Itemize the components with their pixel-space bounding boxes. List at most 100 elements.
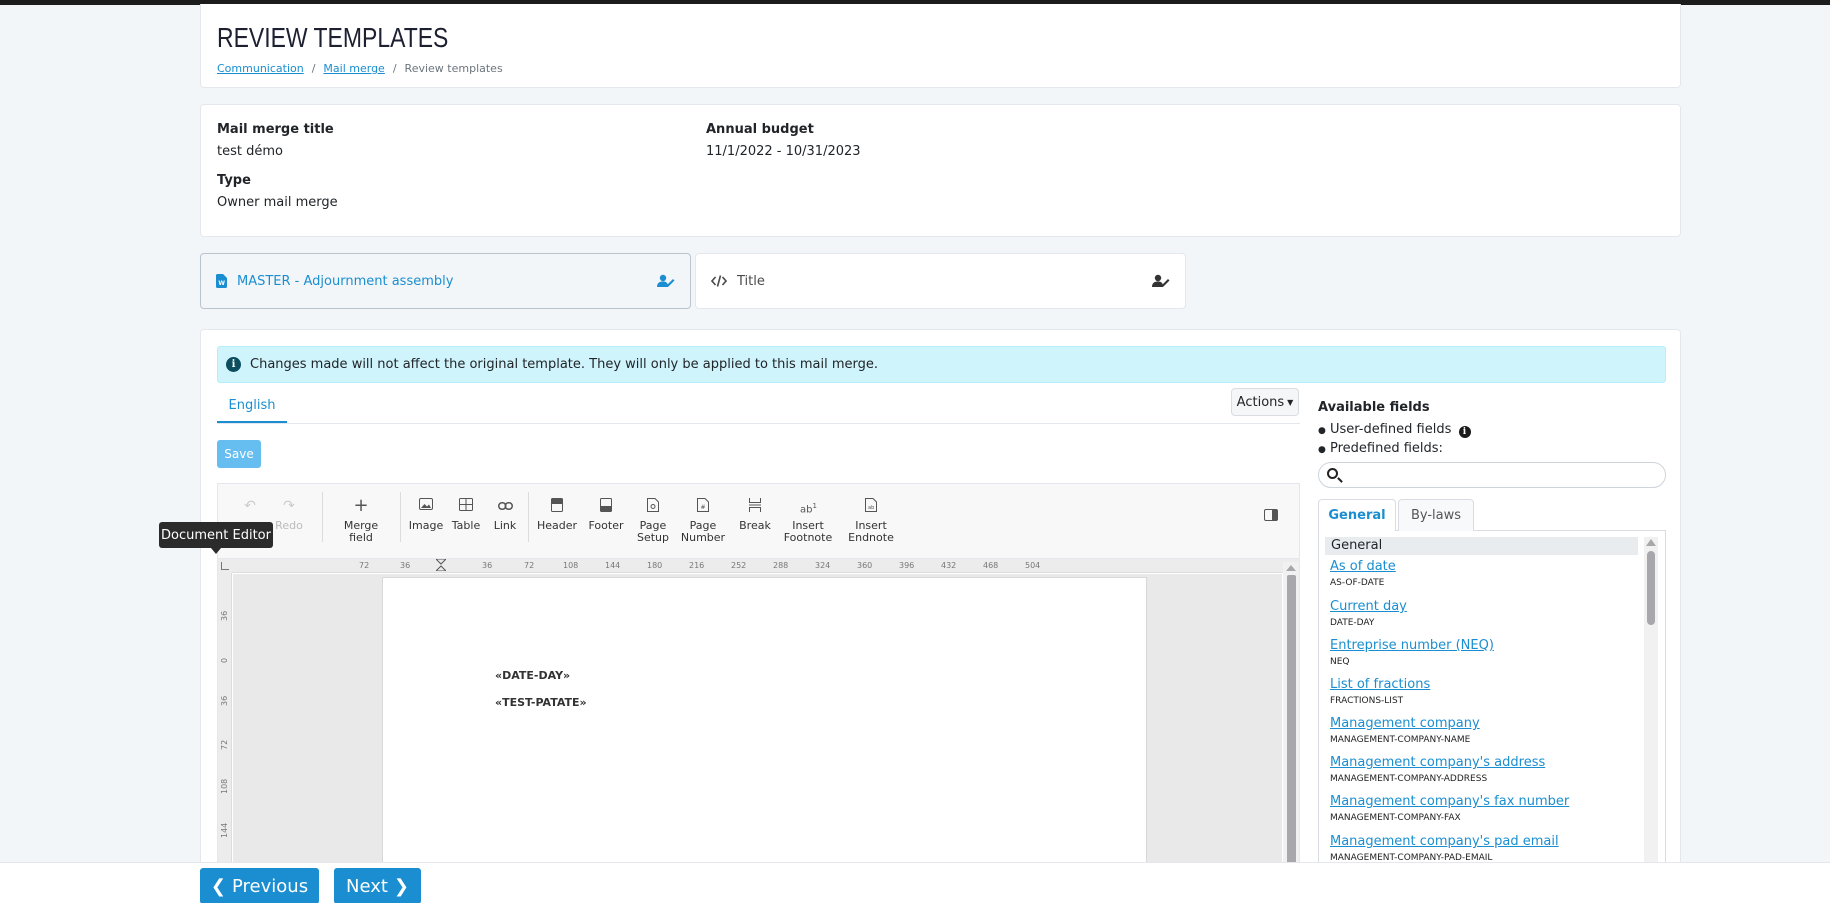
field-link[interactable]: Management company's pad email	[1330, 833, 1559, 850]
merge-field-label: Merge field	[343, 519, 379, 544]
svg-text:ab: ab	[868, 505, 874, 511]
template-tab-label: Title	[737, 273, 765, 289]
indent-marker-icon[interactable]	[434, 558, 448, 572]
break-button[interactable]: Break	[738, 498, 772, 532]
predefined-fields-item: ● Predefined fields:	[1318, 441, 1443, 456]
tab-by-laws[interactable]: By-laws	[1398, 499, 1474, 532]
ruler-mark: 180	[647, 561, 663, 570]
ruler-mark: 252	[731, 561, 747, 570]
field-link[interactable]: List of fractions	[1330, 676, 1430, 693]
list-item: Management company's pad email MANAGEMEN…	[1330, 833, 1559, 864]
template-tab-master[interactable]: W MASTER - Adjournment assembly	[200, 253, 691, 309]
user-edit-icon[interactable]	[657, 274, 675, 288]
ruler-mark: 144	[220, 822, 229, 838]
image-button[interactable]: Image	[408, 498, 444, 532]
scroll-up-icon[interactable]	[1286, 565, 1296, 571]
field-link[interactable]: Management company	[1330, 715, 1480, 732]
ruler-mark: 432	[941, 561, 957, 570]
insert-footnote-button[interactable]: ab1 Insert Footnote	[780, 498, 836, 544]
insert-endnote-label-2: Endnote	[848, 531, 894, 544]
list-item: Management company's address MANAGEMENT-…	[1330, 754, 1545, 785]
ruler-mark: 72	[359, 561, 370, 570]
ruler-mark: 36	[482, 561, 493, 570]
ruler-mark: 288	[773, 561, 789, 570]
ruler-mark: 0	[220, 657, 229, 663]
scrollbar-thumb[interactable]	[1647, 551, 1655, 625]
field-link[interactable]: Current day	[1330, 598, 1407, 615]
breadcrumb: Communication / Mail merge / Review template…	[217, 62, 503, 75]
header-button[interactable]: Header	[536, 498, 578, 532]
previous-button[interactable]: ❮ Previous	[200, 868, 319, 903]
ruler-mark: 504	[1025, 561, 1041, 570]
editor-scrollbar[interactable]	[1283, 562, 1299, 888]
link-button[interactable]: Link	[490, 498, 520, 532]
predefined-fields-label: Predefined fields:	[1330, 441, 1443, 456]
scrollbar-thumb[interactable]	[1287, 575, 1296, 888]
tab-general[interactable]: General	[1318, 499, 1396, 532]
page-setup-button[interactable]: Page Setup	[636, 498, 670, 544]
image-label: Image	[408, 519, 444, 532]
caret-down-icon: ▼	[1287, 397, 1294, 407]
document-editor[interactable]: ↶ ↷ Redo + Merge field Image Table Link …	[217, 483, 1300, 889]
ruler-mark: 396	[899, 561, 915, 570]
merge-field-date-day[interactable]: «DATE-DAY»	[495, 669, 570, 682]
redo-button[interactable]: ↷ Redo	[274, 498, 304, 532]
page-number-button[interactable]: # Page Number	[680, 498, 726, 544]
field-code: MANAGEMENT-COMPANY-ADDRESS	[1330, 774, 1488, 784]
template-tab-title[interactable]: Title	[695, 253, 1186, 309]
footer-button[interactable]: Footer	[586, 498, 626, 532]
table-button[interactable]: Table	[448, 498, 484, 532]
footer-icon	[598, 498, 614, 514]
scroll-up-icon[interactable]	[1646, 539, 1656, 546]
info-icon[interactable]: i	[1458, 426, 1471, 438]
breadcrumb-mail-merge[interactable]: Mail merge	[323, 62, 384, 75]
insert-endnote-button[interactable]: ab Insert Endnote	[846, 498, 896, 544]
search-icon	[1327, 468, 1338, 479]
mail-merge-info: Mail merge title test démo Type Owner ma…	[200, 104, 1681, 237]
field-link[interactable]: Entreprise number (NEQ)	[1330, 637, 1494, 654]
horizontal-ruler: 72 36 36 72 108 144 180 216 252 288 324 …	[232, 558, 1299, 573]
type-label: Type	[217, 173, 251, 188]
field-link[interactable]: Management company's address	[1330, 754, 1545, 771]
list-item: List of fractions FRACTIONS-LIST	[1330, 676, 1430, 707]
ruler-mark: 360	[857, 561, 873, 570]
actions-label: Actions	[1236, 394, 1285, 410]
list-item: As of date AS-OF-DATE	[1330, 558, 1396, 589]
field-link[interactable]: Management company's fax number	[1330, 793, 1569, 810]
template-tab-label: MASTER - Adjournment assembly	[237, 273, 454, 289]
ruler-mark: 72	[524, 561, 535, 570]
undo-button[interactable]: ↶	[238, 498, 262, 520]
field-code: MANAGEMENT-COMPANY-FAX	[1330, 813, 1461, 823]
save-button[interactable]: Save	[217, 440, 261, 468]
toggle-properties-pane-icon[interactable]	[1264, 509, 1278, 521]
field-link[interactable]: As of date	[1330, 558, 1396, 575]
available-fields-title: Available fields	[1318, 400, 1430, 415]
document-page[interactable]: «DATE-DAY» «TEST-PATATE»	[382, 577, 1147, 888]
breadcrumb-separator: /	[392, 62, 397, 75]
table-icon	[458, 498, 474, 514]
list-item: Entreprise number (NEQ) NEQ	[1330, 637, 1494, 668]
document-canvas[interactable]: «DATE-DAY» «TEST-PATATE»	[233, 574, 1282, 888]
page-setup-label-2: Setup	[636, 531, 670, 544]
link-label: Link	[493, 519, 517, 532]
redo-icon: ↷	[283, 498, 295, 514]
breadcrumb-communication[interactable]: Communication	[217, 62, 304, 75]
actions-dropdown[interactable]: Actions ▼	[1231, 388, 1299, 416]
merge-field-button[interactable]: + Merge field	[331, 497, 391, 544]
svg-text:W: W	[218, 280, 225, 287]
tab-english[interactable]: English	[217, 390, 287, 424]
toolbar-separator	[322, 492, 323, 542]
ruler-mark: 72	[220, 739, 229, 750]
field-search-input[interactable]	[1318, 462, 1666, 488]
list-item: Current day DATE-DAY	[1330, 598, 1407, 629]
type-value: Owner mail merge	[217, 195, 338, 210]
breadcrumb-current: Review templates	[404, 62, 503, 75]
undo-icon: ↶	[244, 498, 256, 514]
merge-field-test-patate[interactable]: «TEST-PATATE»	[495, 696, 587, 709]
user-edit-icon[interactable]	[1152, 274, 1170, 288]
chevron-right-icon: ❯	[393, 875, 410, 897]
field-list-scrollbar[interactable]	[1644, 537, 1658, 888]
user-defined-fields-label: User-defined fields	[1330, 422, 1452, 437]
next-button[interactable]: Next ❯	[334, 868, 421, 903]
ruler-mark: 36	[400, 561, 411, 570]
